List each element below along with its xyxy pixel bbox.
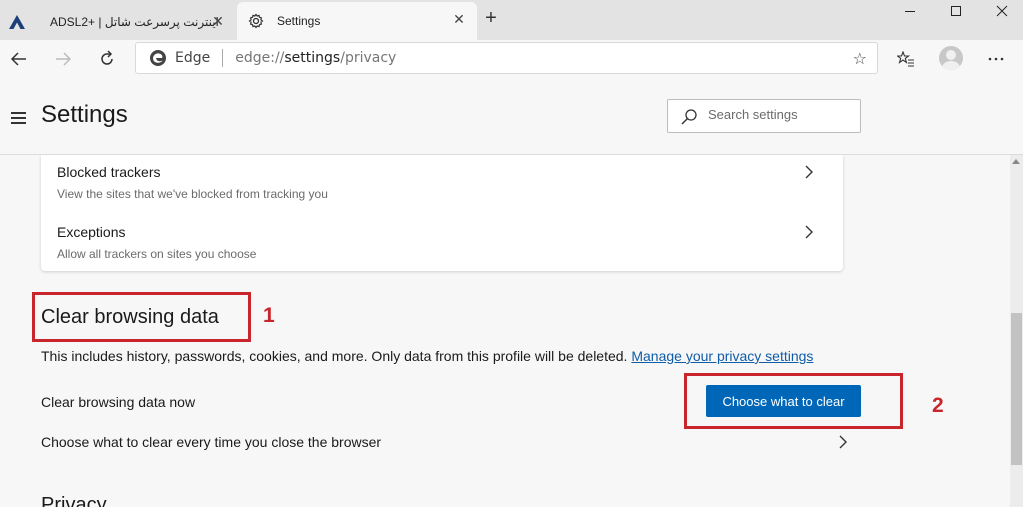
scrollbar[interactable] bbox=[1010, 155, 1023, 507]
choose-what-to-clear-button[interactable]: Choose what to clear bbox=[706, 385, 861, 417]
divider bbox=[222, 49, 224, 67]
close-icon[interactable]: ✕ bbox=[451, 11, 467, 27]
section-title-clear-browsing: Clear browsing data bbox=[41, 306, 219, 328]
manage-privacy-link[interactable]: Manage your privacy settings bbox=[631, 348, 813, 364]
forward-icon[interactable] bbox=[50, 46, 76, 72]
section-title-privacy: Privacy bbox=[41, 494, 107, 507]
row-title: Choose what to clear every time you clos… bbox=[41, 434, 382, 450]
row-title: Exceptions bbox=[57, 224, 126, 240]
row-subtitle: Allow all trackers on sites you choose bbox=[57, 247, 257, 261]
search-input[interactable] bbox=[708, 107, 853, 122]
refresh-icon[interactable] bbox=[94, 46, 120, 72]
list-item-blocked-trackers[interactable]: Blocked trackers View the sites that we'… bbox=[57, 155, 827, 215]
avatar[interactable] bbox=[939, 46, 963, 70]
tab-shatel[interactable]: اینترنت پرسرعت شاتل | +ADSL2 ✕ bbox=[0, 4, 236, 40]
clear-browsing-description: This includes history, passwords, cookie… bbox=[41, 348, 814, 364]
shatel-logo bbox=[8, 13, 26, 31]
chevron-right-icon bbox=[805, 225, 813, 239]
clear-now-label: Clear browsing data now bbox=[41, 394, 196, 410]
list-item-exceptions[interactable]: Exceptions Allow all trackers on sites y… bbox=[57, 215, 827, 275]
address-bar[interactable]: Edge edge://settings/privacy ☆ bbox=[135, 42, 878, 74]
favorite-star-icon[interactable]: ☆ bbox=[853, 49, 867, 69]
site-name: Edge bbox=[175, 50, 211, 66]
tab-settings[interactable]: Settings ✕ bbox=[237, 2, 477, 40]
row-title: Blocked trackers bbox=[57, 164, 161, 180]
gear-icon bbox=[247, 12, 265, 30]
chevron-right-icon bbox=[839, 435, 847, 449]
chevron-right-icon bbox=[805, 165, 813, 179]
new-tab-button[interactable]: + bbox=[480, 8, 502, 30]
edge-logo-icon bbox=[150, 50, 166, 66]
minimize-icon[interactable] bbox=[887, 0, 933, 22]
maximize-icon[interactable] bbox=[933, 0, 979, 22]
row-subtitle: View the sites that we've blocked from t… bbox=[57, 187, 328, 201]
trackers-card: Blocked trackers View the sites that we'… bbox=[41, 155, 843, 271]
favorites-icon[interactable] bbox=[893, 46, 919, 72]
toolbar: Edge edge://settings/privacy ☆ bbox=[0, 40, 1023, 78]
more-menu-icon[interactable] bbox=[983, 46, 1009, 72]
tab-title: اینترنت پرسرعت شاتل | +ADSL2 bbox=[50, 15, 219, 29]
url-text: edge://settings/privacy bbox=[235, 50, 397, 66]
hamburger-menu-icon[interactable] bbox=[11, 112, 26, 127]
settings-content: Blocked trackers View the sites that we'… bbox=[0, 155, 1010, 507]
list-item-clear-on-close[interactable]: Choose what to clear every time you clos… bbox=[41, 434, 851, 454]
search-box[interactable] bbox=[667, 99, 861, 133]
settings-header: Settings bbox=[0, 78, 1023, 155]
close-icon[interactable] bbox=[979, 0, 1023, 22]
close-icon[interactable]: ✕ bbox=[210, 13, 226, 29]
search-icon bbox=[681, 109, 697, 125]
page-title: Settings bbox=[41, 101, 128, 128]
scrollbar-thumb[interactable] bbox=[1011, 313, 1022, 465]
annotation-marker-1: 1 bbox=[263, 304, 275, 327]
tab-strip: اینترنت پرسرعت شاتل | +ADSL2 ✕ Settings … bbox=[0, 0, 1023, 40]
back-icon[interactable] bbox=[6, 46, 32, 72]
tab-title: Settings bbox=[277, 14, 321, 28]
annotation-marker-2: 2 bbox=[932, 394, 944, 417]
scroll-up-arrow-icon[interactable] bbox=[1012, 159, 1020, 164]
